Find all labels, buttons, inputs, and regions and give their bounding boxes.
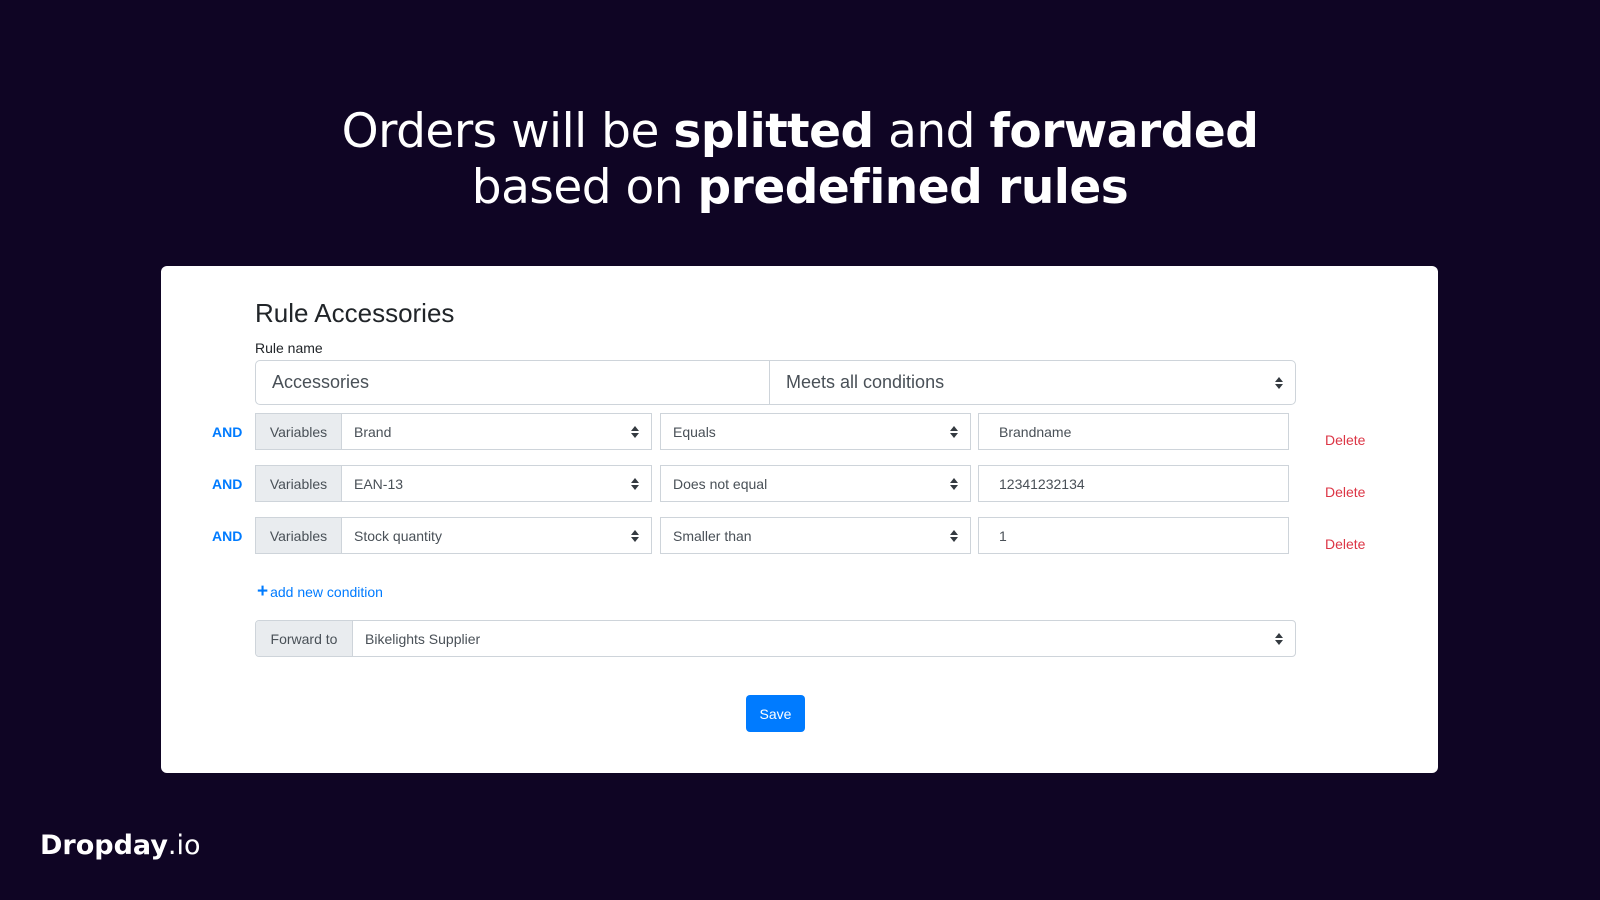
add-condition-link[interactable]: + add new condition [257,582,383,601]
headline-text-bold: splitted [673,104,874,159]
rule-title: Rule Accessories [255,298,455,328]
select-arrows-icon [1275,632,1283,645]
variable-group: Variables EAN-13 [255,465,652,502]
select-arrows-icon [950,529,958,542]
delete-condition-link[interactable]: Delete [1325,473,1365,510]
select-arrows-icon [950,477,958,490]
headline-text: and [873,104,990,159]
variable-select[interactable]: Stock quantity [342,518,651,553]
variables-prefix: Variables [256,414,342,449]
match-mode-select[interactable]: Meets all conditions [770,361,1295,404]
condition-row: AND Variables EAN-13 Does not equal 1234… [161,465,1438,502]
and-connector[interactable]: AND [212,465,242,502]
rule-name-input[interactable]: Accessories [256,361,770,404]
select-arrows-icon [631,477,639,490]
forward-to-select[interactable]: Bikelights Supplier [353,621,1295,656]
brand-logo: Dropday.io [40,830,201,861]
headline-text-bold: predefined rules [697,160,1129,215]
select-arrows-icon [1275,376,1283,389]
save-button[interactable]: Save [746,695,805,732]
operator-value: Equals [673,423,716,440]
headline-text-bold: forwarded [989,104,1259,159]
variable-group: Variables Stock quantity [255,517,652,554]
headline-line-2: based on predefined rules [0,160,1600,216]
brand-suffix: .io [167,830,201,861]
operator-select[interactable]: Smaller than [660,517,971,554]
headline-text: Orders will be [341,104,674,159]
operator-value: Does not equal [673,475,768,492]
delete-condition-link[interactable]: Delete [1325,525,1365,562]
condition-value-input[interactable]: 12341232134 [978,465,1289,502]
match-mode-value: Meets all conditions [786,372,945,392]
variables-prefix: Variables [256,466,342,501]
variable-value: Brand [354,423,392,440]
headline-text: based on [471,160,698,215]
select-arrows-icon [950,425,958,438]
condition-row: AND Variables Brand Equals Brandname Del… [161,413,1438,450]
delete-condition-link[interactable]: Delete [1325,421,1365,458]
brand-name: Dropday [40,830,168,861]
forward-to-value: Bikelights Supplier [365,630,481,647]
condition-value-input[interactable]: 1 [978,517,1289,554]
headline: Orders will be splitted and forwarded ba… [0,104,1600,216]
operator-select[interactable]: Equals [660,413,971,450]
forward-to-prefix: Forward to [256,621,353,656]
headline-line-1: Orders will be splitted and forwarded [0,104,1600,160]
variable-value: Stock quantity [354,527,442,544]
condition-row: AND Variables Stock quantity Smaller tha… [161,517,1438,554]
variable-select[interactable]: Brand [342,414,651,449]
add-condition-label: add new condition [270,583,383,600]
condition-value-input[interactable]: Brandname [978,413,1289,450]
select-arrows-icon [631,529,639,542]
rule-name-label: Rule name [255,340,323,356]
rule-form-card: Rule Accessories Rule name Accessories M… [161,266,1438,773]
variables-prefix: Variables [256,518,342,553]
variable-group: Variables Brand [255,413,652,450]
forward-to-group: Forward to Bikelights Supplier [255,620,1296,657]
variable-select[interactable]: EAN-13 [342,466,651,501]
operator-value: Smaller than [673,527,752,544]
plus-icon: + [257,581,269,602]
and-connector[interactable]: AND [212,517,242,554]
select-arrows-icon [631,425,639,438]
variable-value: EAN-13 [354,475,404,492]
rule-name-group: Accessories Meets all conditions [255,360,1296,405]
operator-select[interactable]: Does not equal [660,465,971,502]
and-connector[interactable]: AND [212,413,242,450]
